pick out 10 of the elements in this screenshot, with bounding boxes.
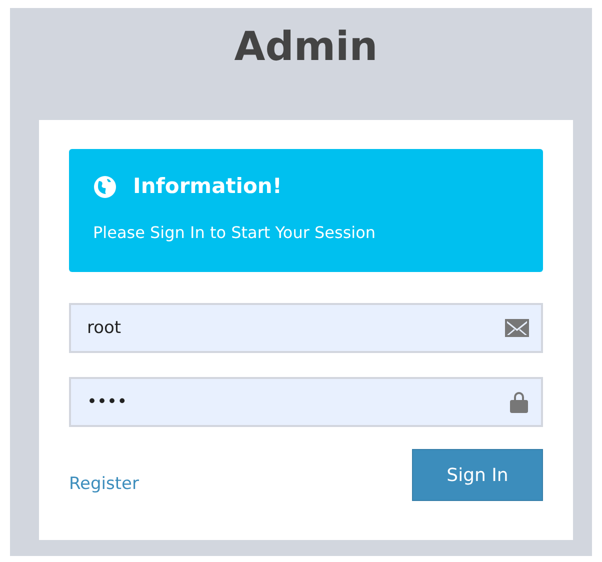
envelope-icon <box>505 319 529 337</box>
email-field[interactable]: root <box>69 303 543 353</box>
page-title: Admin <box>234 24 378 70</box>
register-link[interactable]: Register <box>69 472 139 497</box>
lock-icon <box>509 391 529 413</box>
password-field[interactable]: •••• <box>69 377 543 427</box>
globe-icon <box>93 174 117 199</box>
alert-heading: Information! <box>133 173 282 200</box>
alert-message: Please Sign In to Start Your Session <box>93 222 376 244</box>
sign-in-button[interactable]: Sign In <box>412 449 543 501</box>
